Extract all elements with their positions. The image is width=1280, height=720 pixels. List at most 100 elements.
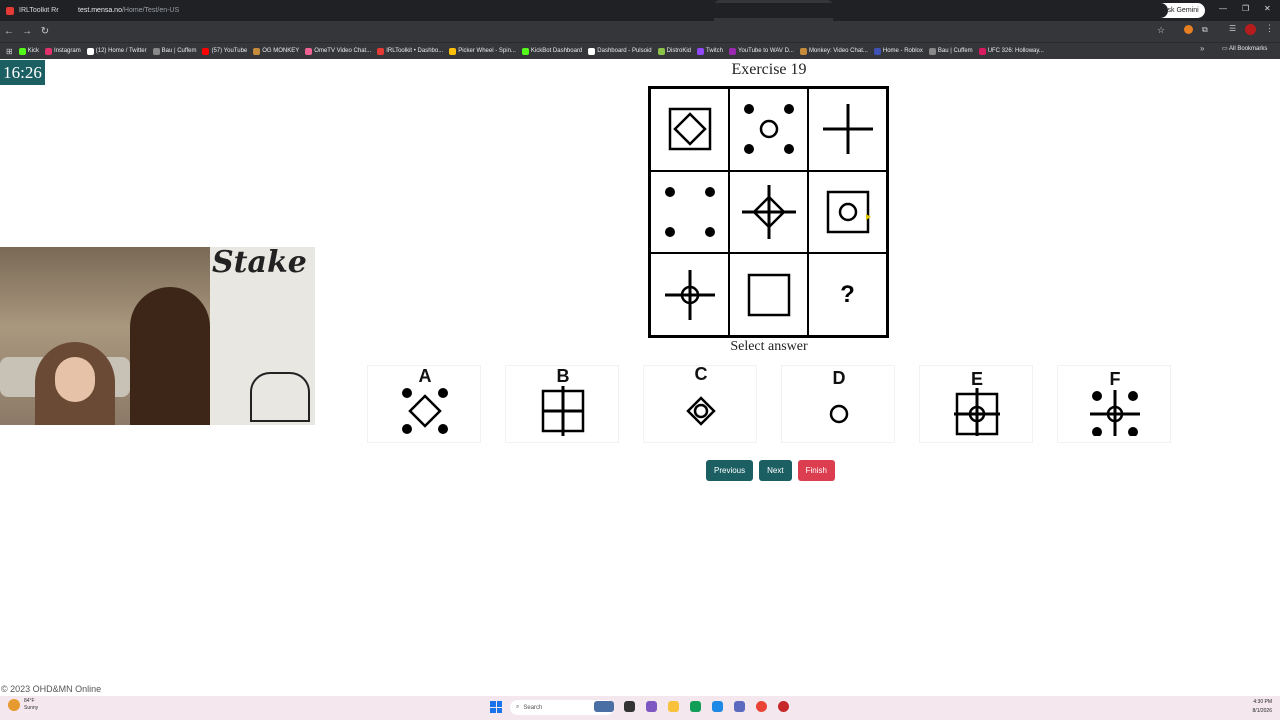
bookmark-item[interactable]: Picker Wheel - Spin... xyxy=(449,47,516,55)
bookmark-favicon-icon xyxy=(86,47,94,55)
bookmark-label: YouTube to WAV D... xyxy=(738,48,794,54)
circle-figure xyxy=(829,404,849,424)
bookmark-label: OmeTV Video Chat... xyxy=(314,48,372,54)
bookmark-item[interactable]: Bau | Cuffem xyxy=(928,47,973,55)
bookmark-item[interactable]: IRLToolkit • Dashbo... xyxy=(377,47,444,55)
footer-copyright: © 2023 OHD&MN Online xyxy=(1,684,102,694)
dots-figure xyxy=(664,186,715,237)
bookmark-label: Picker Wheel - Spin... xyxy=(458,48,516,54)
grid-cell-3-2 xyxy=(729,253,808,336)
bookmark-item[interactable]: OmeTV Video Chat... xyxy=(305,47,372,55)
apps-grid-icon[interactable]: ⊞ xyxy=(6,47,13,56)
square-cross-figure xyxy=(541,386,585,436)
bookmark-item[interactable]: Instagram xyxy=(45,47,81,55)
more-bookmarks-icon[interactable]: » xyxy=(1200,44,1204,53)
bookmark-item[interactable]: Twitch xyxy=(697,47,724,55)
select-answer-label: Select answer xyxy=(730,339,808,354)
bookmark-favicon-icon xyxy=(449,47,457,55)
menu-icon[interactable]: ⋮ xyxy=(1265,23,1274,34)
taskbar-widget-icon[interactable] xyxy=(594,701,614,712)
bookmark-item[interactable]: Bau | Cuffem xyxy=(152,47,197,55)
bookmark-favicon-icon xyxy=(928,47,936,55)
bookmark-item[interactable]: (12) Home / Twitter xyxy=(86,47,147,55)
dots-cross-circle-figure xyxy=(1090,390,1140,436)
bookmark-favicon-icon xyxy=(305,47,313,55)
mail-icon[interactable] xyxy=(734,701,745,712)
grid-cell-3-3: ? xyxy=(808,253,887,336)
weather-temp: 84°F xyxy=(24,698,35,704)
weather-desc: Sunny xyxy=(24,705,39,711)
bookmark-item[interactable]: Monkey: Video Chat... xyxy=(799,47,868,55)
tab-search-icon[interactable]: ☰ xyxy=(1229,24,1236,33)
app-icon[interactable] xyxy=(778,701,789,712)
reload-icon[interactable]: ↻ xyxy=(36,26,54,37)
windows-start-icon[interactable] xyxy=(490,701,502,713)
close-window-icon[interactable]: ✕ xyxy=(1264,4,1271,13)
bookmark-favicon-icon xyxy=(657,47,665,55)
copilot-icon[interactable] xyxy=(646,701,657,712)
extensions-puzzle-icon[interactable]: ⧉ xyxy=(1202,25,1208,35)
profile-avatar[interactable] xyxy=(1245,24,1256,35)
bookmark-favicon-icon xyxy=(521,47,529,55)
bookmark-favicon-icon xyxy=(45,47,53,55)
file-explorer-icon[interactable] xyxy=(668,701,679,712)
bookmark-label: IRLToolkit • Dashbo... xyxy=(386,48,444,54)
bookmark-item[interactable]: Home - Roblox xyxy=(873,47,923,55)
square-circle-figure xyxy=(826,190,869,234)
minimize-icon[interactable]: — xyxy=(1219,4,1227,13)
bookmark-item[interactable]: UFC 326: Holloway... xyxy=(978,47,1044,55)
star-icon[interactable]: ☆ xyxy=(1157,25,1165,36)
answer-option-b[interactable]: B xyxy=(505,365,619,443)
bookmark-label: UFC 326: Holloway... xyxy=(987,48,1044,54)
bookmark-item[interactable]: Kick xyxy=(18,47,39,55)
extension-icon[interactable] xyxy=(1184,25,1193,34)
cross-figure xyxy=(822,104,873,155)
answer-option-e[interactable]: E xyxy=(919,365,1033,443)
answer-letter: B xyxy=(556,366,570,386)
bookmark-item[interactable]: YouTube to WAV D... xyxy=(729,47,794,55)
bookmark-label: DistroKid xyxy=(666,48,691,54)
weather-widget[interactable]: 84°F Sunny xyxy=(8,698,38,712)
back-icon[interactable]: ← xyxy=(0,26,18,37)
previous-button[interactable]: Previous xyxy=(706,460,754,481)
finish-button[interactable]: Finish xyxy=(797,460,835,481)
dots-diamond-figure xyxy=(402,388,448,434)
next-button[interactable]: Next xyxy=(759,460,792,481)
bookmark-label: Twitch xyxy=(706,48,724,54)
bookmark-label: (12) Home / Twitter xyxy=(95,48,147,54)
bookmark-item[interactable]: OG MONKEY xyxy=(253,47,300,55)
cam-person-left-face xyxy=(55,357,95,402)
bookmark-item[interactable]: Dashboard - Pulsoid xyxy=(588,47,652,55)
bookmark-item[interactable]: KickBot Dashboard xyxy=(521,47,582,55)
bookmark-favicon-icon xyxy=(978,47,986,55)
answer-option-c[interactable]: C xyxy=(643,364,757,443)
task-view-icon[interactable] xyxy=(624,701,635,712)
bookmark-item[interactable]: (57) YouTube xyxy=(202,47,247,55)
answer-letter: A xyxy=(418,366,432,386)
chrome-icon[interactable] xyxy=(756,701,767,712)
maximize-icon[interactable]: ❐ xyxy=(1242,4,1249,13)
answer-option-d[interactable]: D xyxy=(781,365,895,443)
diamond-circle-figure xyxy=(686,396,716,426)
answer-option-a[interactable]: A xyxy=(367,365,481,443)
square-cross-circle-figure xyxy=(954,388,1000,436)
navigation-buttons: Previous Next Finish xyxy=(706,460,835,481)
grid-cell-2-2 xyxy=(729,170,808,254)
bookmark-label: Bau | Cuffem xyxy=(161,48,197,54)
square-figure xyxy=(747,273,790,316)
taskbar-clock[interactable]: 4:30 PM 8/1/2026 xyxy=(1238,698,1272,716)
bookmark-item[interactable]: DistroKid xyxy=(657,47,691,55)
url-field[interactable]: test.mensa.no/Home/Test/en-US xyxy=(58,3,1168,18)
store-icon[interactable] xyxy=(712,701,723,712)
bookmark-label: OG MONKEY xyxy=(262,48,300,54)
bookmark-favicon-icon xyxy=(697,47,704,55)
cam-chair xyxy=(250,372,310,422)
mouse-cursor xyxy=(866,214,871,220)
answer-option-f[interactable]: F xyxy=(1057,365,1171,443)
bookmark-favicon-icon xyxy=(202,47,210,55)
cam-person-right xyxy=(130,287,210,425)
all-bookmarks-link[interactable]: ▭ All Bookmarks xyxy=(1222,45,1267,52)
edge-icon[interactable] xyxy=(690,701,701,712)
bookmark-favicon-icon xyxy=(152,47,160,55)
forward-icon[interactable]: → xyxy=(18,26,36,37)
